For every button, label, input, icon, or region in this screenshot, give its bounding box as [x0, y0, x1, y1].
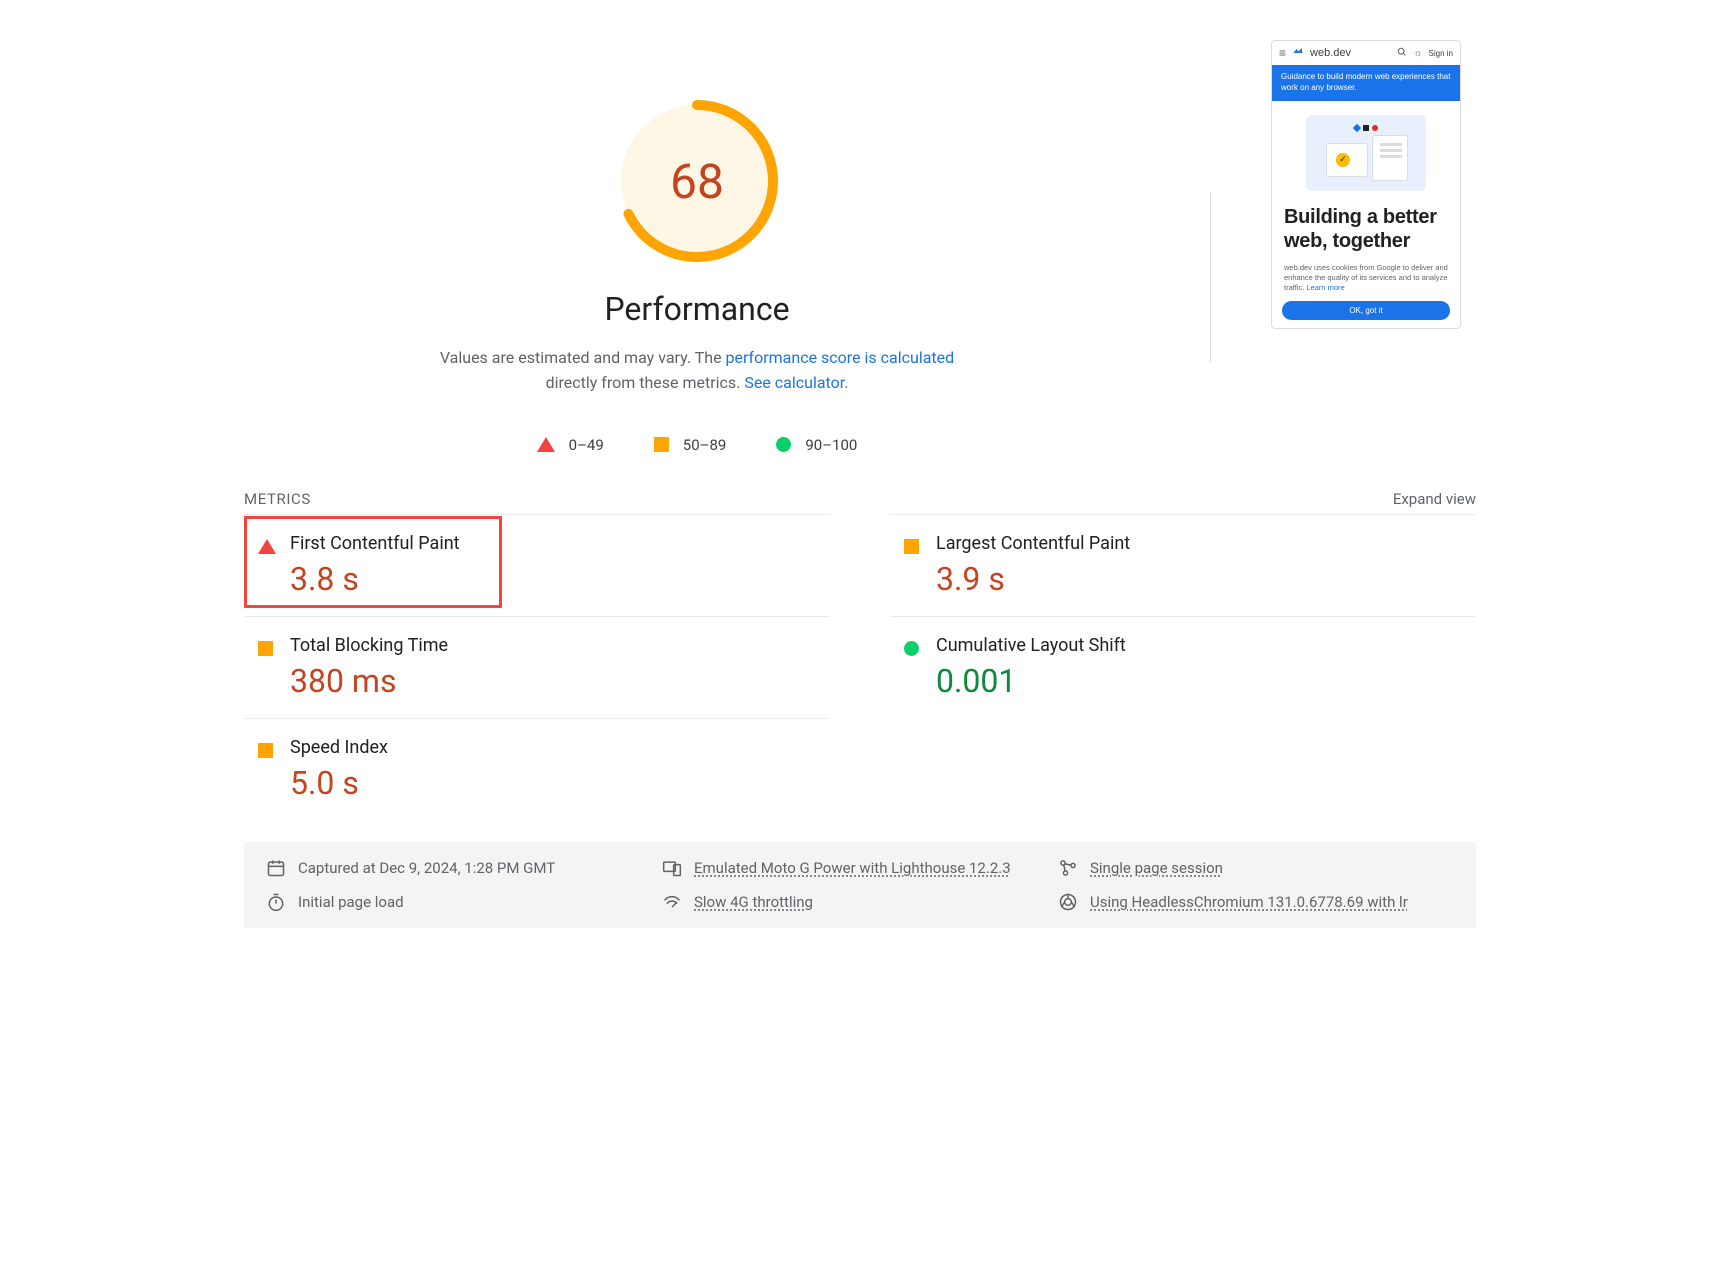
preview-banner: Guidance to build modern web experiences…: [1272, 65, 1460, 101]
score-column: 68 Performance Values are estimated and …: [244, 40, 1150, 454]
see-calculator-link[interactable]: See calculator: [744, 373, 844, 392]
square-average-icon: [258, 641, 273, 656]
preview-site-name: web.dev: [1310, 47, 1351, 59]
metrics-section-title: METRICS: [244, 490, 311, 508]
preview-cookie-text: web.dev uses cookies from Google to deli…: [1272, 263, 1460, 299]
preview-header: ≡ web.dev ☼ Sign in: [1272, 41, 1460, 65]
footer-captured-text: Captured at Dec 9, 2024, 1:28 PM GMT: [298, 859, 555, 877]
metric-si[interactable]: Speed Index 5.0 s: [244, 718, 830, 820]
performance-gauge[interactable]: 68: [616, 100, 778, 262]
stopwatch-icon: [266, 892, 286, 912]
page-screenshot[interactable]: ≡ web.dev ☼ Sign in Guidance to build mo…: [1271, 40, 1461, 329]
lighthouse-report: 68 Performance Values are estimated and …: [244, 40, 1476, 928]
score-calculated-link[interactable]: performance score is calculated: [726, 348, 955, 367]
metric-fcp[interactable]: First Contentful Paint 3.8 s: [244, 514, 830, 616]
footer-throttle: Slow 4G throttling: [662, 892, 1058, 912]
metric-si-label: Speed Index: [290, 737, 830, 758]
gauge-score-value: 68: [616, 100, 778, 262]
desc-text-prefix: Values are estimated and may vary. The: [440, 348, 726, 367]
legend-average-label: 50–89: [683, 436, 727, 454]
metric-fcp-label: First Contentful Paint: [290, 533, 830, 554]
preview-headline: Building a better web, together: [1272, 199, 1460, 263]
network-nodes-icon: [1058, 858, 1078, 878]
metric-lcp[interactable]: Largest Contentful Paint 3.9 s: [890, 514, 1476, 616]
footer-device: Emulated Moto G Power with Lighthouse 12…: [662, 858, 1058, 878]
metric-cls-label: Cumulative Layout Shift: [936, 635, 1476, 656]
legend-average: 50–89: [654, 436, 727, 454]
vertical-divider: [1210, 192, 1211, 362]
footer-browser: Using HeadlessChromium 131.0.6778.69 wit…: [1058, 892, 1454, 912]
footer-initial: Initial page load: [266, 892, 662, 912]
footer-device-text[interactable]: Emulated Moto G Power with Lighthouse 12…: [694, 859, 1011, 877]
circle-pass-icon: [904, 641, 919, 656]
search-icon: [1397, 47, 1407, 60]
expand-view-toggle[interactable]: Expand view: [1393, 490, 1476, 508]
screenshot-column: ≡ web.dev ☼ Sign in Guidance to build mo…: [1271, 40, 1476, 329]
metric-fcp-value: 3.8 s: [290, 560, 830, 598]
cookie-learn-more-link: Learn more: [1306, 283, 1344, 292]
performance-title: Performance: [604, 290, 789, 328]
metric-lcp-label: Largest Contentful Paint: [936, 533, 1476, 554]
metrics-header: METRICS Expand view: [244, 490, 1476, 508]
desc-text-suffix: .: [844, 373, 848, 392]
metric-tbt-value: 380 ms: [290, 662, 830, 700]
legend-pass: 90–100: [776, 436, 857, 454]
desc-text-mid: directly from these metrics.: [546, 373, 745, 392]
triangle-fail-icon: [258, 539, 276, 554]
square-average-icon: [904, 539, 919, 554]
metric-cls[interactable]: Cumulative Layout Shift 0.001: [890, 616, 1476, 718]
calendar-icon: [266, 858, 286, 878]
legend-pass-label: 90–100: [805, 436, 857, 454]
square-average-icon: [258, 743, 273, 758]
devices-icon: [662, 858, 682, 878]
hero-illustration: ✓: [1306, 115, 1426, 191]
performance-description: Values are estimated and may vary. The p…: [417, 346, 977, 396]
legend-fail-label: 0–49: [569, 436, 604, 454]
hamburger-icon: ≡: [1279, 46, 1286, 60]
metrics-grid: First Contentful Paint 3.8 s Largest Con…: [244, 514, 1476, 820]
legend-fail: 0–49: [537, 436, 604, 454]
metric-tbt-label: Total Blocking Time: [290, 635, 830, 656]
footer-throttle-text[interactable]: Slow 4G throttling: [694, 893, 813, 911]
square-average-icon: [654, 437, 669, 452]
top-section: 68 Performance Values are estimated and …: [244, 40, 1476, 454]
score-legend: 0–49 50–89 90–100: [537, 436, 858, 454]
chrome-icon: [1058, 892, 1078, 912]
metric-cls-value: 0.001: [936, 662, 1476, 700]
footer-session: Single page session: [1058, 858, 1454, 878]
metric-tbt[interactable]: Total Blocking Time 380 ms: [244, 616, 830, 718]
hero-shapes-icon: [1354, 125, 1378, 131]
footer-captured: Captured at Dec 9, 2024, 1:28 PM GMT: [266, 858, 662, 878]
checkmark-badge-icon: ✓: [1336, 153, 1350, 167]
theme-icon: ☼: [1413, 48, 1422, 59]
preview-cookie-button: OK, got it: [1282, 301, 1450, 320]
metric-lcp-value: 3.9 s: [936, 560, 1476, 598]
hero-lines-icon: [1380, 143, 1402, 161]
footer-browser-text[interactable]: Using HeadlessChromium 131.0.6778.69 wit…: [1090, 893, 1408, 911]
preview-signin: Sign in: [1429, 49, 1453, 58]
network-check-icon: [662, 892, 682, 912]
circle-pass-icon: [776, 437, 791, 452]
site-logo-icon: [1292, 47, 1304, 59]
footer-session-text[interactable]: Single page session: [1090, 859, 1223, 877]
footer-initial-text: Initial page load: [298, 893, 404, 911]
runtime-settings: Captured at Dec 9, 2024, 1:28 PM GMT Emu…: [244, 842, 1476, 928]
triangle-fail-icon: [537, 437, 555, 452]
preview-hero: ✓: [1272, 101, 1460, 199]
metric-si-value: 5.0 s: [290, 764, 830, 802]
